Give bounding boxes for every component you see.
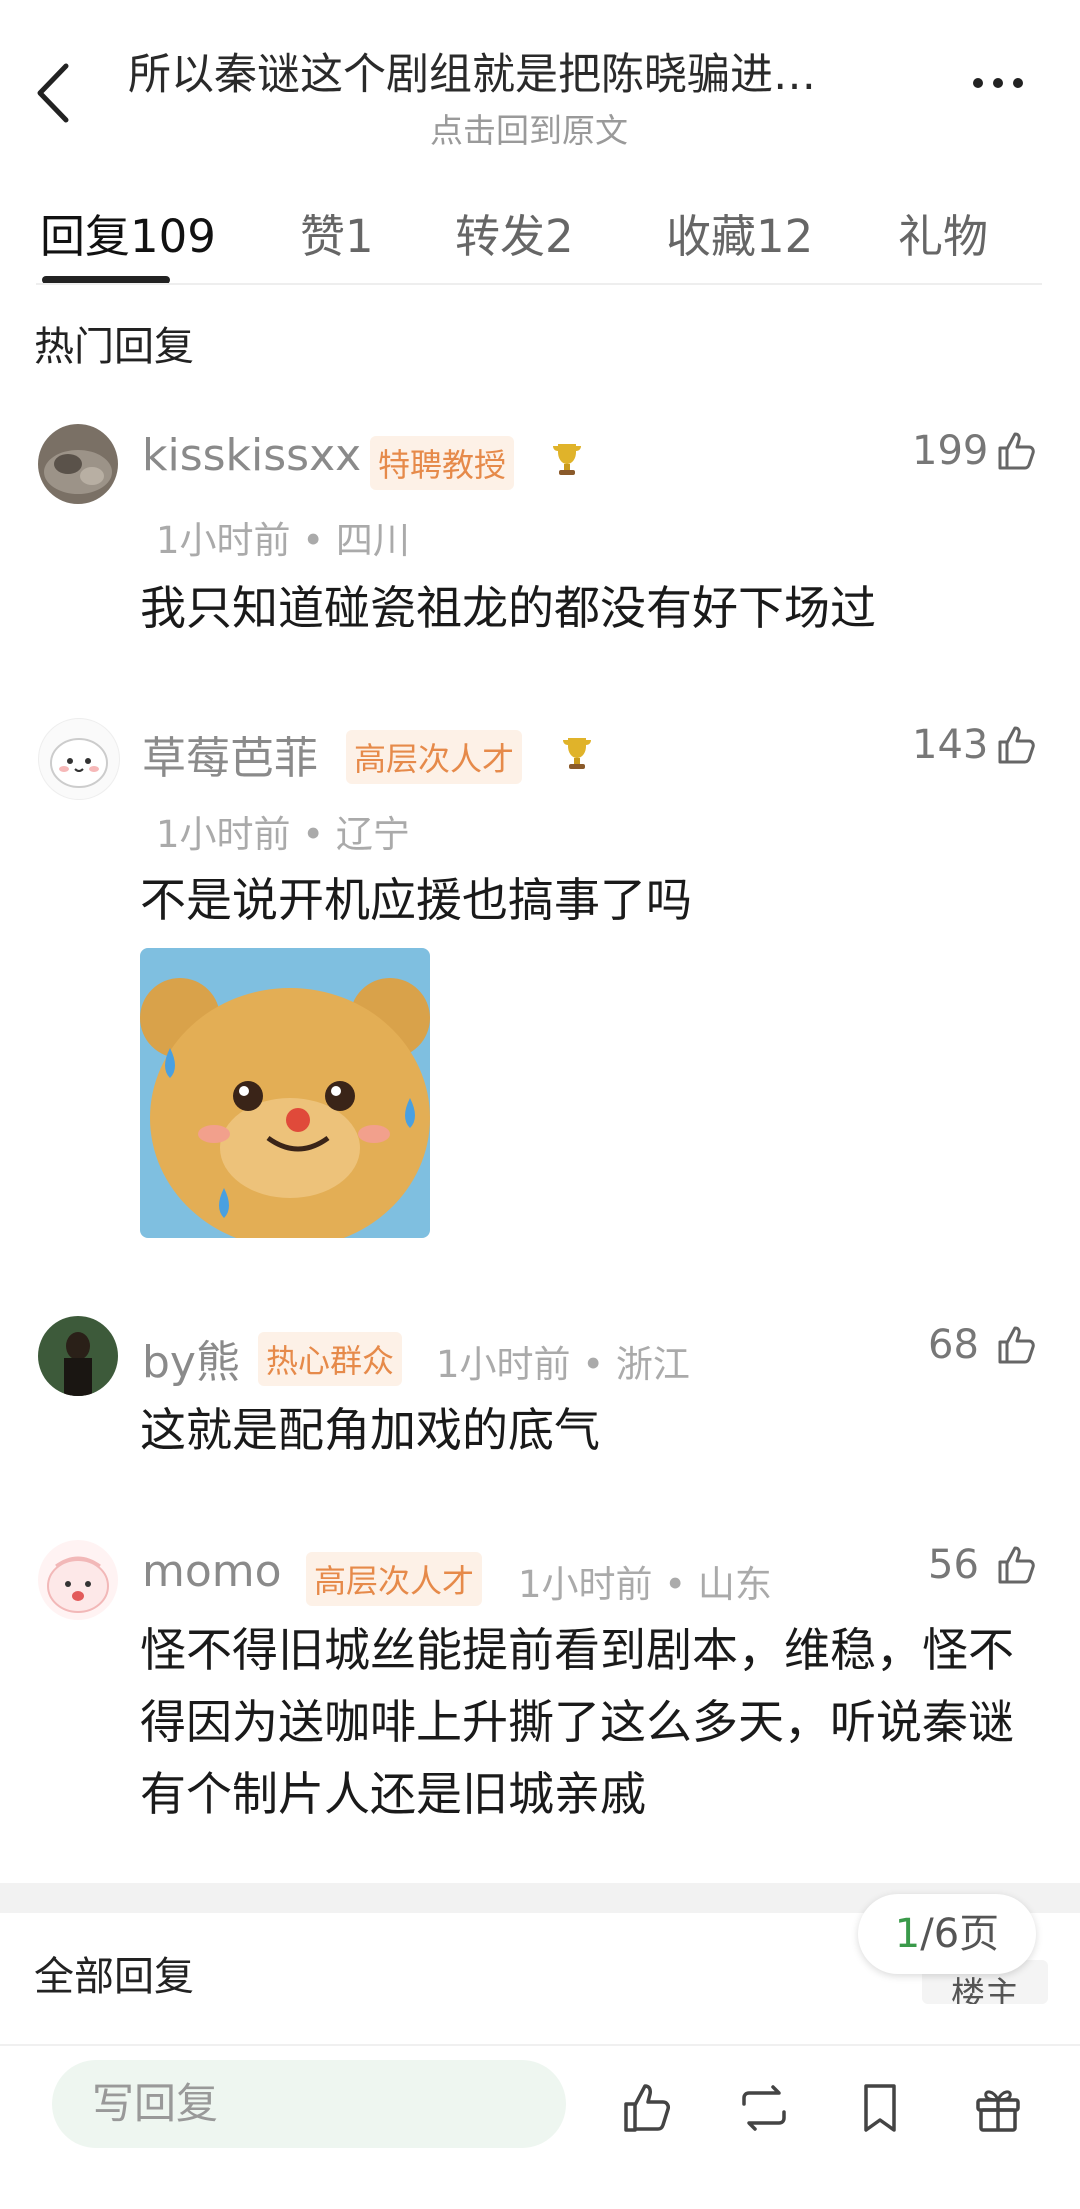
like-count: 143 [912,722,989,768]
tab-replies[interactable]: 回复109 [40,200,216,265]
user-badge: 热心群众 [258,1332,403,1386]
avatar[interactable] [38,1540,118,1620]
bear-sticker-image[interactable] [140,948,430,1238]
tab-reposts[interactable]: 转发2 [455,200,574,265]
trophy-icon [553,444,581,475]
comment-text[interactable]: 怪不得旧城丝能提前看到剧本，维稳，怪不得因为送咖啡上升撕了这么多天，听说秦谜有个… [140,1614,1040,1830]
comment-text[interactable]: 我只知道碰瓷祖龙的都没有好下场过 [140,572,1040,644]
page-indicator[interactable]: 1/6页 [858,1894,1036,1974]
hot-replies-heading: 热门回复 [34,324,194,370]
thumbs-up-icon[interactable] [994,428,1038,472]
like-count: 199 [912,428,989,474]
comment-text[interactable]: 不是说开机应援也搞事了吗 [140,864,1040,936]
user-badge: 高层次人才 [306,1552,483,1606]
user-badge: 特聘教授 [370,436,515,490]
divider [36,283,1042,285]
total-pages: /6页 [920,1911,1000,1957]
thumbs-up-icon[interactable] [994,722,1038,766]
user-badge: 高层次人才 [346,730,523,784]
all-replies-heading: 全部回复 [34,1954,194,2000]
gift-icon[interactable] [970,2080,1026,2136]
like-count: 56 [928,1542,979,1588]
reply-input[interactable]: 写回复 [52,2060,566,2148]
tab-favorites[interactable]: 收藏12 [666,200,813,265]
divider [0,2044,1080,2046]
repost-icon[interactable] [736,2080,792,2136]
avatar[interactable] [38,424,118,504]
comment-meta: 1小时前 • 四川 [156,519,410,562]
comment-author[interactable]: by熊 [142,1326,240,1390]
thumbs-up-icon[interactable] [994,1542,1038,1586]
comment-author[interactable]: 草莓芭菲 [142,722,318,786]
avatar[interactable] [38,1316,118,1396]
comment-meta: 1小时前 • 山东 [518,1563,772,1606]
tab-gifts[interactable]: 礼物 [898,200,988,265]
trophy-icon [563,738,591,769]
comment-author[interactable]: kisskissxx [142,430,361,481]
current-page: 1 [894,1911,921,1957]
comment-meta: 1小时前 • 辽宁 [156,813,410,856]
back-arrow-icon[interactable] [30,58,80,128]
avatar[interactable] [38,718,120,800]
post-title[interactable]: 所以秦谜这个剧组就是把陈晓骗进… [128,40,928,102]
comment-text[interactable]: 这就是配角加戏的底气 [140,1394,1040,1466]
bookmark-icon[interactable] [852,2080,908,2136]
like-icon[interactable] [620,2080,676,2136]
thumbs-up-icon[interactable] [994,1322,1038,1366]
like-count: 68 [928,1322,979,1368]
comment-author[interactable]: momo [142,1546,282,1597]
more-options-icon[interactable] [968,68,1028,98]
back-to-original-link[interactable]: 点击回到原文 [430,104,628,152]
tab-likes[interactable]: 赞1 [300,200,374,265]
comment-meta: 1小时前 • 浙江 [436,1343,690,1386]
